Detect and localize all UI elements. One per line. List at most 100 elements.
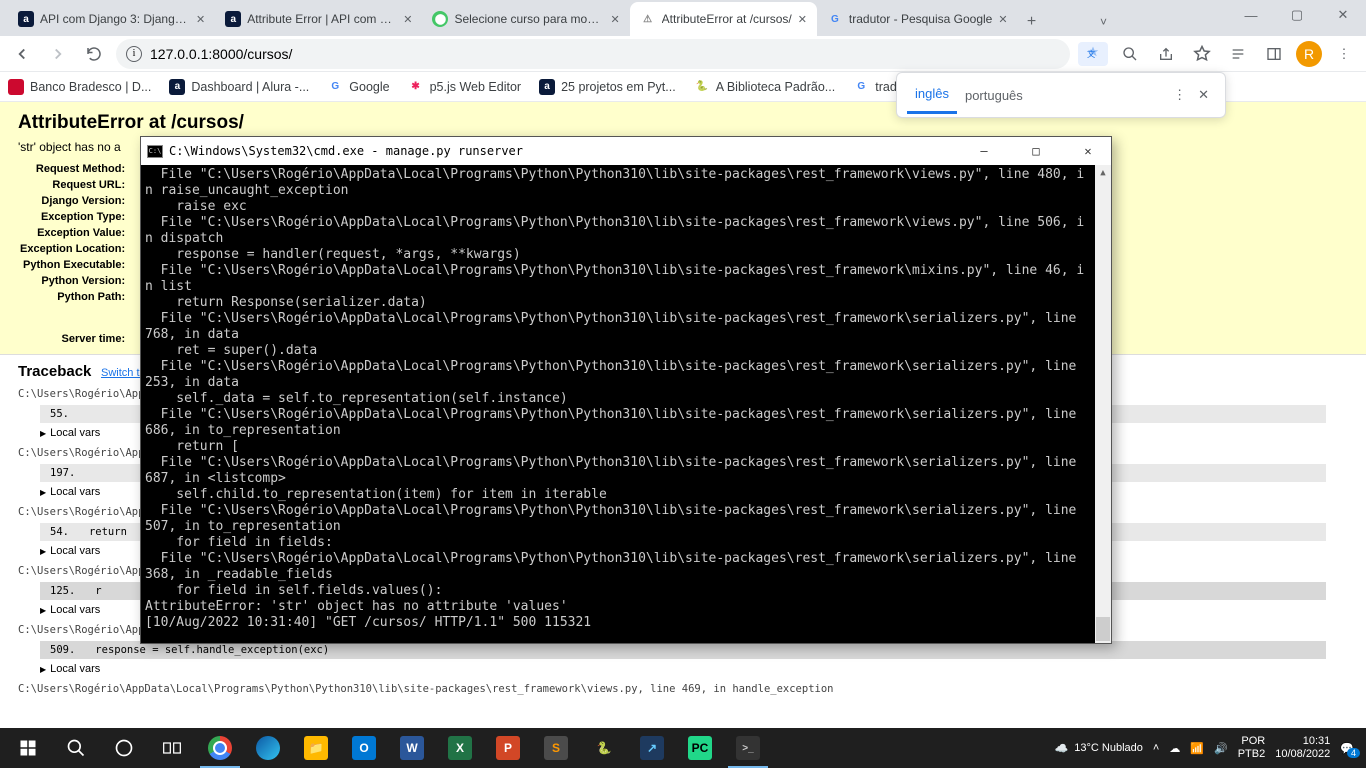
bookmark-item[interactable]: 🐍 A Biblioteca Padrão... — [694, 79, 836, 95]
window-minimize-button[interactable]: — — [1228, 0, 1274, 30]
cmd-titlebar[interactable]: C:\ C:\Windows\System32\cmd.exe - manage… — [141, 137, 1111, 165]
favicon-icon: ⬤ — [432, 11, 448, 27]
tray-expand-icon[interactable]: ˄ — [1153, 742, 1159, 754]
weather-widget[interactable]: ☁️13°C Nublado — [1055, 742, 1143, 755]
translate-close-icon[interactable]: ✕ — [1192, 87, 1215, 103]
tab-close-icon[interactable]: ✕ — [798, 13, 807, 26]
powerpoint-taskbar-icon[interactable]: P — [484, 728, 532, 768]
cmd-title: C:\Windows\System32\cmd.exe - manage.py … — [169, 144, 523, 158]
meta-label: Exception Value: — [20, 226, 131, 240]
explorer-taskbar-icon[interactable]: 📁 — [292, 728, 340, 768]
scroll-thumb[interactable] — [1096, 617, 1110, 641]
window-controls: — ▢ ✕ — [1228, 0, 1366, 30]
profile-avatar[interactable]: R — [1296, 41, 1322, 67]
meta-label: Server time: — [20, 306, 131, 346]
bookmark-label: Dashboard | Alura -... — [191, 80, 309, 94]
tab-dropdown-button[interactable]: ˅ — [1090, 8, 1118, 36]
svg-text:文: 文 — [1087, 49, 1095, 59]
translate-icon[interactable]: 文 — [1078, 42, 1108, 66]
cmd-output[interactable]: File "C:\Users\Rogério\AppData\Local\Pro… — [141, 165, 1111, 643]
reading-list-icon[interactable] — [1224, 40, 1252, 68]
browser-toolbar: i 文 R ⋮ — [0, 36, 1366, 72]
cmd-icon: C:\ — [147, 145, 163, 158]
meta-label: Django Version: — [20, 194, 131, 208]
clock[interactable]: 10:3110/08/2022 — [1275, 735, 1330, 761]
favicon-icon: a — [18, 11, 34, 27]
task-view-button[interactable] — [148, 728, 196, 768]
back-button[interactable] — [8, 40, 36, 68]
bookmark-item[interactable]: a25 projetos em Pyt... — [539, 79, 676, 95]
browser-tab[interactable]: ⬤ Selecione curso para modific ✕ — [422, 2, 629, 36]
window-maximize-button[interactable]: ▢ — [1274, 0, 1320, 30]
window-close-button[interactable]: ✕ — [1320, 0, 1366, 30]
favicon-icon: G — [327, 79, 343, 95]
bookmark-label: p5.js Web Editor — [430, 80, 521, 94]
favicon-icon: ⚠ — [640, 11, 656, 27]
volume-icon[interactable]: 🔊 — [1214, 742, 1228, 755]
translate-options-icon[interactable]: ⋮ — [1167, 87, 1192, 103]
language-indicator[interactable]: POR PTB2 — [1238, 735, 1266, 761]
cmd-minimize-button[interactable]: — — [961, 137, 1007, 165]
chrome-taskbar-icon[interactable] — [196, 728, 244, 768]
meta-label: Exception Type: — [20, 210, 131, 224]
browser-tab[interactable]: a Attribute Error | API com Dja ✕ — [215, 2, 422, 36]
browser-tab-active[interactable]: ⚠ AttributeError at /cursos/ ✕ — [630, 2, 817, 36]
favicon-icon: a — [225, 11, 241, 27]
bookmark-item[interactable]: Banco Bradesco | D... — [8, 79, 151, 95]
cmd-close-button[interactable]: ✕ — [1065, 137, 1111, 165]
notifications-button[interactable]: 💬4 — [1340, 742, 1354, 755]
new-tab-button[interactable]: + — [1018, 8, 1046, 36]
local-vars-toggle[interactable]: Local vars — [40, 663, 1326, 675]
address-bar[interactable]: i — [116, 39, 1070, 69]
traceback-heading: Traceback — [18, 363, 91, 380]
sublime-taskbar-icon[interactable]: S — [532, 728, 580, 768]
forward-button[interactable] — [44, 40, 72, 68]
cmd-scrollbar[interactable]: ▲ — [1095, 165, 1111, 643]
request-meta-table: Request Method: Request URL: Django Vers… — [18, 160, 135, 348]
meta-label: Request URL: — [20, 178, 131, 192]
bookmark-star-icon[interactable] — [1188, 40, 1216, 68]
translate-lang-source[interactable]: inglês — [907, 76, 957, 114]
reload-button[interactable] — [80, 40, 108, 68]
edge-taskbar-icon[interactable] — [244, 728, 292, 768]
share-icon[interactable] — [1152, 40, 1180, 68]
favicon-icon: G — [827, 11, 843, 27]
word-taskbar-icon[interactable]: W — [388, 728, 436, 768]
python-taskbar-icon[interactable]: 🐍 — [580, 728, 628, 768]
cmd-maximize-button[interactable]: □ — [1013, 137, 1059, 165]
network-icon[interactable]: 📶 — [1190, 742, 1204, 755]
translate-lang-target[interactable]: português — [957, 78, 1031, 113]
tab-title: tradutor - Pesquisa Google — [849, 12, 992, 26]
side-panel-icon[interactable] — [1260, 40, 1288, 68]
meta-label: Exception Location: — [20, 242, 131, 256]
bookmark-item[interactable]: aDashboard | Alura -... — [169, 79, 309, 95]
browser-tab[interactable]: a API com Django 3: Django R ✕ — [8, 2, 215, 36]
zoom-icon[interactable] — [1116, 40, 1144, 68]
bookmark-label: Google — [349, 80, 389, 94]
bookmark-label: A Biblioteca Padrão... — [716, 80, 836, 94]
cortana-button[interactable] — [100, 728, 148, 768]
terminal-taskbar-icon[interactable]: >_ — [724, 728, 772, 768]
bookmark-item[interactable]: ✱p5.js Web Editor — [408, 79, 521, 95]
app-taskbar-icon[interactable]: ↗ — [628, 728, 676, 768]
traceback-frame: C:\Users\Rogério\AppData\Local\Programs\… — [18, 681, 1348, 697]
browser-tab[interactable]: G tradutor - Pesquisa Google ✕ — [817, 2, 1018, 36]
url-input[interactable] — [150, 46, 1060, 62]
onedrive-icon[interactable]: ☁ — [1169, 742, 1180, 755]
bookmark-item[interactable]: G Google — [327, 79, 389, 95]
site-info-icon[interactable]: i — [126, 46, 142, 62]
scroll-up-icon[interactable]: ▲ — [1095, 165, 1111, 181]
tab-close-icon[interactable]: ✕ — [610, 13, 619, 26]
excel-taskbar-icon[interactable]: X — [436, 728, 484, 768]
favicon-icon: 🐍 — [694, 79, 710, 95]
tab-close-icon[interactable]: ✕ — [403, 13, 412, 26]
tab-close-icon[interactable]: ✕ — [196, 13, 205, 26]
favicon-icon — [8, 79, 24, 95]
tab-close-icon[interactable]: ✕ — [998, 13, 1007, 26]
favicon-icon: G — [853, 79, 869, 95]
start-button[interactable] — [4, 728, 52, 768]
pycharm-taskbar-icon[interactable]: PC — [676, 728, 724, 768]
outlook-taskbar-icon[interactable]: O — [340, 728, 388, 768]
menu-button[interactable]: ⋮ — [1330, 40, 1358, 68]
search-button[interactable] — [52, 728, 100, 768]
